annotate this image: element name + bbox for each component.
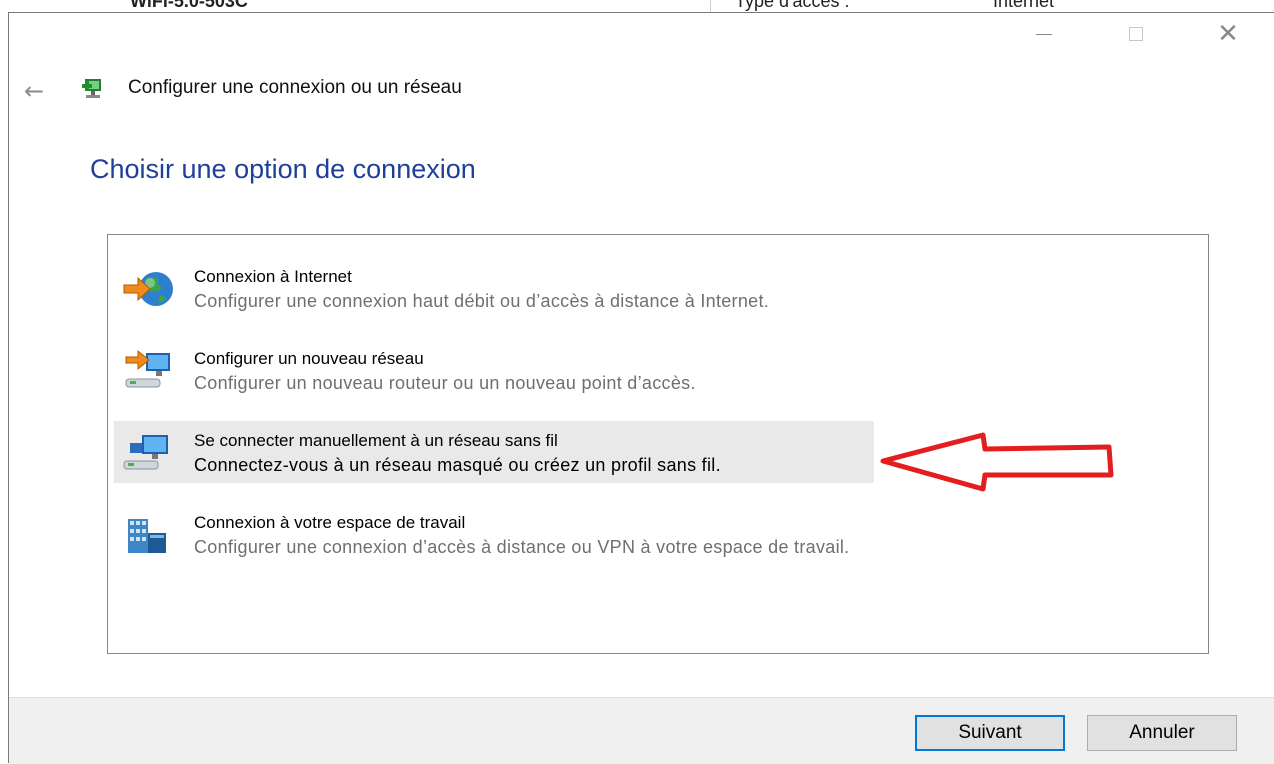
option-description: Configurer une connexion haut débit ou d… [194,291,770,311]
close-icon: ✕ [1217,19,1239,49]
option-description: Connectez-vous à un réseau masqué ou cré… [194,455,721,475]
background-network-name: WiFi-5.0-503C [130,0,248,11]
dialog-footer: Suivant Annuler [9,697,1274,764]
option-title: Se connecter manuellement à un réseau sa… [194,431,558,450]
minimize-button[interactable] [998,13,1090,55]
window-controls: ✕ [998,13,1274,55]
option-title: Connexion à votre espace de travail [194,513,466,532]
maximize-button[interactable] [1090,13,1182,55]
wireless-network-icon [123,435,168,470]
dialog-title: Configurer une connexion ou un réseau [128,77,462,98]
option-manual-wireless[interactable]: Se connecter manuellement à un réseau sa… [114,421,874,483]
cancel-button[interactable]: Annuler [1087,715,1237,751]
option-description: Configurer un nouveau routeur ou un nouv… [194,373,696,393]
red-arrow-annotation [880,432,1114,492]
background-access-type-value: Internet [993,0,1055,11]
back-arrow-icon[interactable]: ← [24,79,44,103]
connection-setup-dialog: ✕ ← Configurer une connexion ou un résea… [8,12,1274,764]
maximize-icon [1129,27,1143,41]
close-button[interactable]: ✕ [1182,13,1274,55]
internet-globe-icon [123,272,173,306]
network-setup-icon [82,79,101,98]
option-title: Connexion à Internet [194,267,352,286]
background-access-type-label: Type d'accès : [735,0,850,11]
option-internet-connection[interactable]: Connexion à Internet Configurer une conn… [114,257,874,319]
option-new-network[interactable]: Configurer un nouveau réseau Configurer … [114,339,874,401]
option-workplace-connection[interactable]: Connexion à votre espace de travail Conf… [114,503,874,565]
workplace-building-icon [128,519,166,553]
option-description: Configurer une connexion d’accès à dista… [194,537,850,557]
minimize-icon [1036,33,1052,35]
page-heading: Choisir une option de connexion [90,154,476,184]
next-button[interactable]: Suivant [915,715,1065,751]
option-title: Configurer un nouveau réseau [194,349,424,368]
new-network-icon [125,349,170,388]
